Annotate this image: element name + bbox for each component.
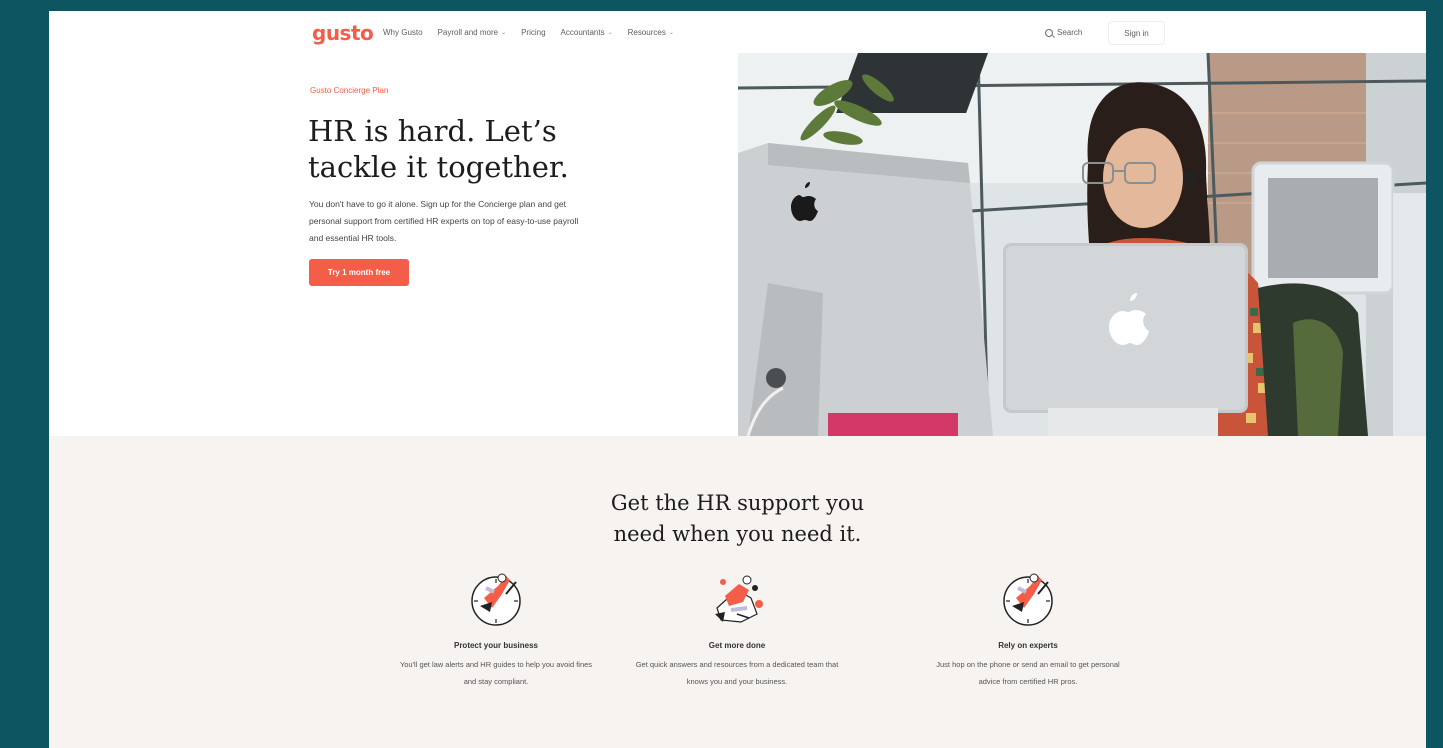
- feature-rely-on-experts: Rely on experts Just hop on the phone or…: [918, 568, 1138, 690]
- clock-figure-icon: [1003, 573, 1053, 626]
- feature-get-more-done: Get more done Get quick answers and reso…: [627, 568, 847, 690]
- nav-link-label: Pricing: [521, 28, 546, 37]
- sign-in-button[interactable]: Sign in: [1108, 21, 1165, 45]
- hero-photo: [738, 53, 1426, 436]
- hr-support-section: Get the HR support you need when you nee…: [49, 436, 1426, 748]
- nav-link-accountants[interactable]: Accountants ⌄: [561, 28, 613, 37]
- nav-link-label: Why Gusto: [383, 28, 423, 37]
- office-photo-illustration: [738, 53, 1426, 436]
- hero-subtext: You don't have to go it alone. Sign up f…: [309, 199, 579, 243]
- hero-eyebrow: Gusto Concierge Plan: [310, 86, 389, 95]
- search-button[interactable]: Search: [1045, 28, 1082, 37]
- gusto-logo[interactable]: gusto: [312, 21, 374, 45]
- feature-description: Get quick answers and resources from a d…: [635, 660, 839, 686]
- top-navigation: gusto Why Gusto Payroll and more ⌄ Prici…: [49, 11, 1426, 53]
- nav-link-resources[interactable]: Resources ⌄: [628, 28, 674, 37]
- feature-title: Rely on experts: [998, 641, 1058, 650]
- feature-description: You'll get law alerts and HR guides to h…: [399, 660, 593, 686]
- chevron-down-icon: ⌄: [668, 30, 674, 36]
- chevron-down-icon: ⌄: [607, 30, 613, 36]
- nav-links: Why Gusto Payroll and more ⌄ Pricing Acc…: [383, 28, 674, 37]
- web-page: gusto Why Gusto Payroll and more ⌄ Prici…: [49, 11, 1426, 748]
- clock-figure-icon: [471, 573, 521, 626]
- nav-link-label: Resources: [627, 28, 666, 37]
- feature-description: Just hop on the phone or send an email t…: [936, 660, 1120, 686]
- search-icon: [1045, 28, 1053, 37]
- feature-title: Get more done: [708, 641, 766, 650]
- nav-link-payroll[interactable]: Payroll and more ⌄: [438, 28, 507, 37]
- nav-link-label: Accountants: [560, 28, 605, 37]
- chevron-down-icon: ⌄: [501, 30, 507, 36]
- hero-headline: HR is hard. Let’s tackle it together.: [308, 114, 569, 184]
- support-title-text: Get the HR support you need when you nee…: [610, 491, 865, 546]
- nav-link-label: Payroll and more: [437, 28, 499, 37]
- juggling-figure-icon: [715, 575, 763, 623]
- try-free-button[interactable]: Try 1 month free: [309, 259, 409, 286]
- nav-link-why-gusto[interactable]: Why Gusto: [383, 28, 423, 37]
- feature-protect-business: Protect your business You'll get law ale…: [386, 568, 606, 690]
- search-label: Search: [1057, 28, 1083, 37]
- feature-title: Protect your business: [453, 641, 539, 650]
- support-title: Get the HR support you need when you nee…: [49, 488, 1426, 550]
- nav-link-pricing[interactable]: Pricing: [521, 28, 545, 37]
